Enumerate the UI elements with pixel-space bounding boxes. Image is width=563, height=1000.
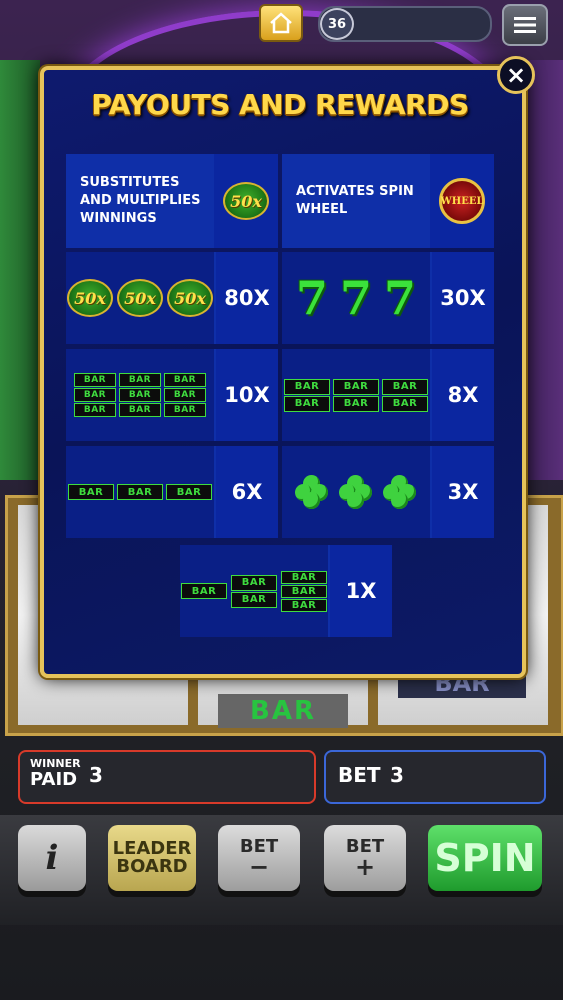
payout-row: BAR BAR BAR BAR BAR BAR BAR BAR BAR 10X <box>66 349 278 441</box>
minus-icon: − <box>248 853 270 881</box>
home-icon <box>270 12 292 34</box>
seven-icon: 7 <box>384 271 417 325</box>
bar-icon: BAR <box>164 373 206 387</box>
bar-icon: BAR <box>333 378 379 395</box>
bar-icon: BAR <box>74 403 116 417</box>
double-bar-icon: BAR BAR <box>231 574 277 608</box>
double-bar-icon: BAR BAR <box>284 378 330 412</box>
double-bar-icon: BAR BAR <box>333 378 379 412</box>
hamburger-icon <box>514 17 536 33</box>
payout-multiplier: 30X <box>432 252 494 344</box>
plus-icon: + <box>354 853 376 881</box>
bar-icon: BAR <box>181 583 227 599</box>
payout-multiplier: 3X <box>432 446 494 538</box>
payout-multiplier: 1X <box>330 545 392 637</box>
payout-symbols: 7 7 7 <box>282 252 430 344</box>
bar-icon: BAR <box>119 403 161 417</box>
leaderboard-button[interactable]: LEADER BOARD <box>108 825 196 891</box>
wild-symbol-cell: 50x <box>214 154 278 248</box>
spin-button[interactable]: SPIN <box>428 825 542 891</box>
bar-icon: BAR <box>281 570 327 584</box>
seven-icon: 7 <box>339 271 372 325</box>
bar-icon: BAR <box>74 388 116 402</box>
bar-icon: BAR <box>382 378 428 395</box>
triple-bar-icon: BAR BAR BAR <box>74 373 116 417</box>
wild-description: SUBSTITUTES AND MULTIPLIES WINNINGS <box>80 175 201 226</box>
payout-multiplier: 6X <box>216 446 278 538</box>
modal-title: PAYOUTS AND REWARDS <box>91 88 469 121</box>
bar-icon: BAR <box>74 373 116 387</box>
bar-icon: BAR <box>68 484 114 500</box>
wild-50x-icon: 50x <box>223 182 269 220</box>
payout-multiplier: 10X <box>216 349 278 441</box>
wild-info-cell: SUBSTITUTES AND MULTIPLIES WINNINGS 50x <box>66 154 278 248</box>
bar-icon: BAR <box>119 373 161 387</box>
triple-bar-icon: BAR BAR BAR <box>164 373 206 417</box>
bar-icon: BAR <box>231 574 277 591</box>
payout-multiplier: 80X <box>216 252 278 344</box>
bar-icon: BAR <box>284 378 330 395</box>
payout-symbols: 50x 50x 50x <box>66 252 214 344</box>
winner-paid-value: 3 <box>89 763 103 787</box>
wheel-icon: WHEEL <box>439 178 485 224</box>
bar-icon: BAR <box>284 395 330 412</box>
home-button[interactable] <box>259 4 303 42</box>
bet-minus-button[interactable]: BET − <box>218 825 300 891</box>
double-bar-icon: BAR BAR <box>382 378 428 412</box>
bet-value: 3 <box>390 763 404 787</box>
bar-icon: BAR <box>281 598 327 612</box>
leaderboard-label-2: BOARD <box>116 856 188 877</box>
bar-icon: BAR <box>164 388 206 402</box>
payout-row: 7 7 7 30X <box>282 252 494 344</box>
payout-symbols: BAR BAR BAR BAR BAR BAR BAR BAR BAR <box>66 349 214 441</box>
wheel-symbol-cell: WHEEL <box>430 154 494 248</box>
wheel-info-cell: ACTIVATES SPIN WHEEL WHEEL <box>282 154 494 248</box>
wild-50x-icon: 50x <box>117 279 163 317</box>
payout-symbols: BAR BAR BAR BAR BAR BAR <box>282 349 430 441</box>
bet-label: BET <box>338 763 381 787</box>
bar-icon: BAR <box>333 395 379 412</box>
top-bar: 36 <box>0 0 563 46</box>
info-button[interactable]: i <box>18 825 86 891</box>
bar-icon: BAR <box>382 395 428 412</box>
clover-icon <box>339 475 373 509</box>
payout-multiplier: 8X <box>432 349 494 441</box>
bar-icon: BAR <box>231 591 277 608</box>
bar-icon: BAR <box>281 584 327 598</box>
bar-icon: BAR <box>166 484 212 500</box>
bar-icon: BAR <box>164 403 206 417</box>
payout-symbols: BAR BAR BAR BAR BAR BAR <box>180 545 328 637</box>
wheel-description: ACTIVATES SPIN WHEEL <box>296 184 414 217</box>
payout-row: BAR BAR BAR BAR BAR BAR 1X <box>180 545 392 637</box>
clover-icon <box>295 475 329 509</box>
payout-symbols <box>282 446 430 538</box>
winner-paid-label: WINNER PAID <box>30 758 82 790</box>
wild-50x-icon: 50x <box>167 279 213 317</box>
bar-icon: BAR <box>117 484 163 500</box>
paid-label: PAID <box>30 769 78 790</box>
machine-left-side <box>0 60 40 480</box>
payout-row: 50x 50x 50x 80X <box>66 252 278 344</box>
triple-bar-icon: BAR BAR BAR <box>119 373 161 417</box>
level-badge: 36 <box>320 8 354 40</box>
payout-row: BAR BAR BAR BAR BAR BAR 8X <box>282 349 494 441</box>
wild-50x-icon: 50x <box>67 279 113 317</box>
menu-button[interactable] <box>502 4 548 46</box>
payout-row: 3X <box>282 446 494 538</box>
triple-bar-icon: BAR BAR BAR <box>281 570 327 612</box>
seven-icon: 7 <box>295 271 328 325</box>
bar-icon: BAR <box>119 388 161 402</box>
reel-symbol-bar: BAR <box>218 694 348 728</box>
bet-plus-button[interactable]: BET + <box>324 825 406 891</box>
close-button[interactable]: × <box>497 56 535 94</box>
payout-symbols: BAR BAR BAR <box>66 446 214 538</box>
clover-icon <box>383 475 417 509</box>
payout-row: BAR BAR BAR 6X <box>66 446 278 538</box>
